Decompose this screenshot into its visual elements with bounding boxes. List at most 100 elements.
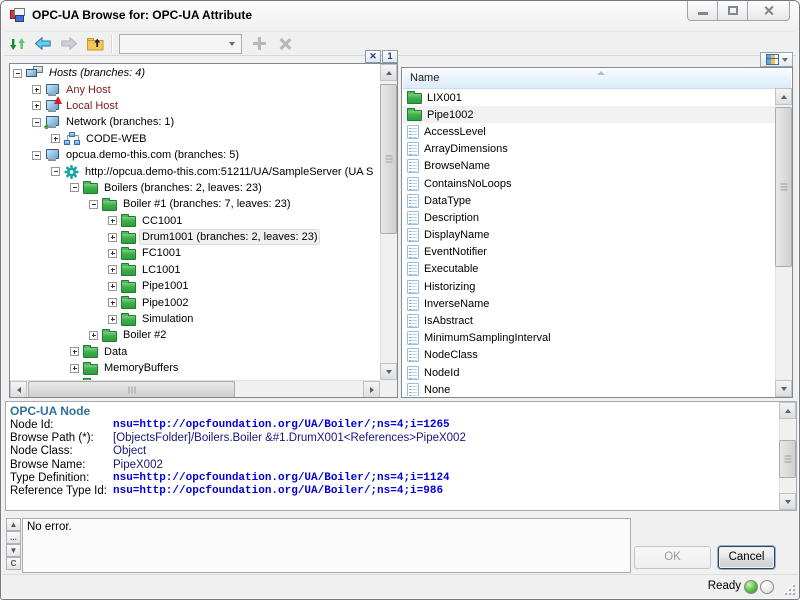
list-item[interactable]: DisplayName [403,227,776,244]
list-item[interactable]: InverseName [403,295,776,312]
details-vscroll-thumb[interactable] [779,440,796,478]
error-message-box[interactable]: No error. [22,518,631,573]
tree-expander-plus[interactable] [108,233,117,242]
list-item[interactable]: EventNotifier [403,244,776,261]
error-up-button[interactable]: ▲ [6,518,21,531]
attr-icon [407,348,419,362]
combobox-dropdown-button[interactable] [224,36,240,52]
tree-expander-plus[interactable] [51,134,60,143]
tree-expander-minus[interactable] [51,167,60,176]
tree-item[interactable]: Drum1001 (branches: 2, leaves: 23) [11,229,381,245]
tree-expander-plus[interactable] [89,331,98,340]
error-copy-button[interactable]: C [6,557,21,570]
scroll-up-button[interactable] [779,402,796,419]
list-item[interactable]: MinimumSamplingInterval [403,330,776,347]
statusbar: Ready [2,574,798,598]
tree-expander-minus[interactable] [89,200,98,209]
tree-item[interactable]: Local Host [11,98,381,114]
tree-expander-minus[interactable] [32,151,41,160]
list-item[interactable]: DataType [403,192,776,209]
list-item[interactable]: ArrayDimensions [403,141,776,158]
tree-expander-plus[interactable] [32,85,41,94]
tree-tool-1[interactable]: 1 [382,50,398,63]
tree-expander-plus[interactable] [32,101,41,110]
list-item[interactable]: Historizing [403,278,776,295]
refresh-button[interactable] [4,33,30,55]
tree-item[interactable]: Network (branches: 1) [11,114,381,130]
tree-expander-plus[interactable] [108,216,117,225]
cancel-button[interactable]: Cancel [718,546,775,569]
tree-item[interactable]: Pipe1001 [11,278,381,294]
tree-item[interactable]: Simulation [11,311,381,327]
tree-item[interactable]: MemoryBuffers [11,360,381,376]
name-column-header[interactable]: Name [403,69,791,89]
column-picker-button[interactable] [760,52,793,67]
list-vscroll-thumb[interactable] [775,107,792,267]
maximize-button[interactable] [717,1,748,21]
add-button[interactable] [246,33,272,55]
close-button[interactable] [747,1,790,21]
up-one-level-button[interactable] [82,33,108,55]
list-item[interactable]: Description [403,209,776,226]
resize-grip[interactable] [783,583,795,595]
tree-expander-plus[interactable] [70,347,79,356]
forward-button[interactable] [56,33,82,55]
error-more-button[interactable]: ... [6,531,21,544]
scroll-up-button[interactable] [775,88,792,105]
details-vertical-scrollbar[interactable] [779,402,796,510]
tree-tool-x[interactable]: ✕ [365,50,381,63]
list-item[interactable]: LIX001 [403,89,776,106]
list-item[interactable]: Pipe1002 [403,106,776,123]
tree-item[interactable]: Pipe1002 [11,294,381,310]
tree-expander-plus[interactable] [108,315,117,324]
scroll-right-button[interactable] [363,381,380,398]
list-item[interactable]: ContainsNoLoops [403,175,776,192]
tree-expander-plus[interactable] [70,364,79,373]
tree-vertical-scrollbar[interactable] [380,64,397,380]
details-row: Type Definition:nsu=http://opcfoundation… [6,472,796,485]
tree-hscroll-thumb[interactable] [28,381,235,398]
address-combobox[interactable] [119,34,242,54]
scroll-up-button[interactable] [380,64,397,81]
tree-item[interactable]: opcua.demo-this.com (branches: 5) [11,147,381,163]
tree-item[interactable]: LC1001 [11,262,381,278]
tree-expander-plus[interactable] [108,265,117,274]
titlebar[interactable]: OPC-UA Browse for: OPC-UA Attribute [1,1,799,30]
tree-item[interactable]: CODE-WEB [11,131,381,147]
list-item[interactable]: Executable [403,261,776,278]
tree-item[interactable]: CC1001 [11,213,381,229]
minimize-button[interactable] [687,1,718,21]
scroll-down-button[interactable] [775,380,792,397]
details-row: Node Id:nsu=http://opcfoundation.org/UA/… [6,419,796,432]
tree-item[interactable]: Any Host [11,81,381,97]
tree-expander-plus[interactable] [108,282,117,291]
list-item[interactable]: IsAbstract [403,312,776,329]
list-item[interactable]: AccessLevel [403,123,776,140]
back-button[interactable] [30,33,56,55]
tree-item[interactable]: FC1001 [11,245,381,261]
remove-button[interactable] [272,33,298,55]
tree-expander-plus[interactable] [108,249,117,258]
list-vertical-scrollbar[interactable] [775,88,792,397]
tree-expander-minus[interactable] [32,118,41,127]
tree-expander-minus[interactable] [13,69,22,78]
tree-item[interactable]: Boiler #1 (branches: 7, leaves: 23) [11,196,381,212]
tree-horizontal-scrollbar[interactable] [10,380,380,397]
scroll-left-button[interactable] [10,381,27,398]
tree-item[interactable]: Boilers (branches: 2, leaves: 23) [11,180,381,196]
list-item[interactable]: BrowseName [403,158,776,175]
tree-vscroll-thumb[interactable] [380,84,397,234]
tree-item[interactable]: Data [11,344,381,360]
tree-item[interactable]: http://opcua.demo-this.com:51211/UA/Samp… [11,163,381,179]
tree-expander-plus[interactable] [108,298,117,307]
tree-expander-minus[interactable] [70,183,79,192]
list-item[interactable]: NodeClass [403,347,776,364]
scroll-down-button[interactable] [380,363,397,380]
tree-item[interactable]: Hosts (branches: 4) [11,65,381,81]
list-item[interactable]: NodeId [403,364,776,381]
ok-button[interactable]: OK [634,546,711,569]
list-item[interactable]: None [403,381,776,396]
error-down-button[interactable]: ▼ [6,544,21,557]
scroll-down-button[interactable] [779,493,796,510]
tree-item[interactable]: Boiler #2 [11,327,381,343]
